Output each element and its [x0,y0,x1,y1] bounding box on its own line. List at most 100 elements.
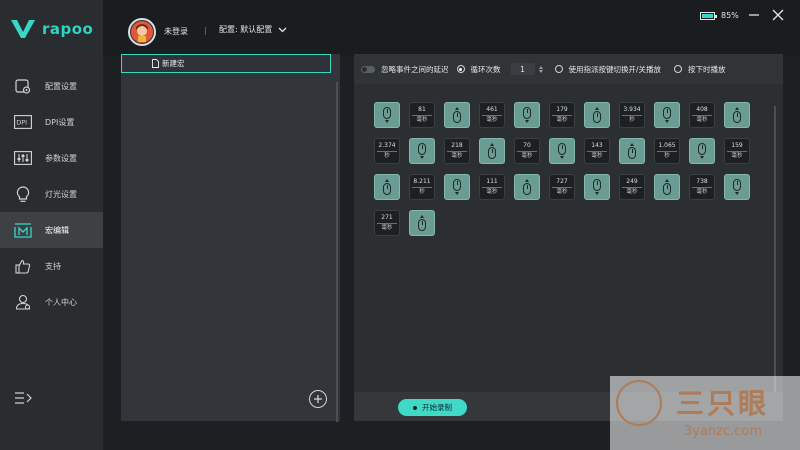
mouse-icon [558,143,566,155]
avatar[interactable] [128,18,156,46]
sidebar-item-label: 支持 [45,261,61,271]
delay-unit: 秒 [384,153,390,159]
mouse-event-tile[interactable] [584,102,610,128]
delay-divider [377,151,397,152]
sliders-icon [14,150,32,166]
sidebar-item-label: DPI设置 [45,117,75,127]
toggle-mode-radio[interactable] [554,65,563,73]
mouse-event-tile[interactable] [654,174,680,200]
sidebar-item-profile[interactable]: 个人中心 [0,284,103,320]
macro-event-grid: 81 毫秒 461 毫秒 179 毫秒 3.934 秒 408 毫秒 2.374 秒 218 毫秒 70 毫秒… [374,102,754,236]
delay-divider [622,115,642,116]
mouse-event-tile[interactable] [549,138,575,164]
mouse-icon [698,143,706,155]
mouse-event-tile[interactable] [409,138,435,164]
watermark-logo-icon [616,380,662,426]
delay-event-tile[interactable]: 159 毫秒 [724,138,750,164]
arrow-down-icon [735,192,739,195]
mouse-event-tile[interactable] [444,102,470,128]
add-macro-button[interactable] [309,390,327,408]
ignore-delay-toggle[interactable] [361,65,375,73]
delay-event-tile[interactable]: 2.374 秒 [374,138,400,164]
delay-value: 738 [696,178,708,185]
delay-unit: 毫秒 [451,153,463,159]
mouse-event-tile[interactable] [689,138,715,164]
arrow-up-icon [630,143,634,146]
logo-v-icon [11,20,35,38]
mouse-event-tile[interactable] [514,174,540,200]
delay-divider [727,151,747,152]
mouse-icon [733,111,741,123]
delay-divider [622,187,642,188]
sidebar-item-label: 参数设置 [45,153,77,163]
battery-icon [700,11,717,20]
arrow-down-icon [560,156,564,159]
delay-event-tile[interactable]: 727 毫秒 [549,174,575,200]
delay-event-tile[interactable]: 1.065 秒 [654,138,680,164]
mouse-event-tile[interactable] [374,102,400,128]
sidebar-nav: 配置设置 DPI DPI设置 参数设置 灯光设置 宏编辑 支持 个人中心 [0,68,103,320]
delay-event-tile[interactable]: 271 毫秒 [374,210,400,236]
arrow-down-icon [455,192,459,195]
delay-unit: 毫秒 [591,153,603,159]
list-scrollbar[interactable] [336,82,338,422]
mouse-event-tile[interactable] [654,102,680,128]
delay-value: 727 [556,178,568,185]
arrow-up-icon [420,215,424,218]
editor-scrollbar[interactable] [774,106,776,392]
start-record-button[interactable]: 开始录制 [398,399,467,416]
delay-event-tile[interactable]: 143 毫秒 [584,138,610,164]
mouse-event-tile[interactable] [374,174,400,200]
sidebar-item-lighting[interactable]: 灯光设置 [0,176,103,212]
mouse-icon [663,183,671,195]
arrow-down-icon [420,156,424,159]
delay-event-tile[interactable]: 179 毫秒 [549,102,575,128]
loop-count-radio[interactable] [456,65,465,73]
delay-unit: 毫秒 [486,189,498,195]
minimize-icon[interactable] [748,9,760,21]
mouse-event-tile[interactable] [514,102,540,128]
delay-value: 2.374 [378,142,396,149]
mouse-icon [663,107,671,119]
arrow-down-icon [665,120,669,123]
mouse-event-tile[interactable] [444,174,470,200]
mouse-event-tile[interactable] [479,138,505,164]
delay-event-tile[interactable]: 8.211 秒 [409,174,435,200]
delay-event-tile[interactable]: 461 毫秒 [479,102,505,128]
macro-list-item[interactable]: 新建宏 [121,54,331,73]
mouse-icon [418,143,426,155]
thumbs-up-icon [14,258,32,274]
loop-count-stepper[interactable] [538,63,544,75]
mouse-event-tile[interactable] [619,138,645,164]
arrow-down-icon [595,192,599,195]
ignore-delay-label: 忽略事件之间的延迟 [381,64,449,74]
delay-event-tile[interactable]: 3.934 秒 [619,102,645,128]
loop-count-input[interactable]: 1 [510,63,535,75]
delay-divider [552,187,572,188]
hold-mode-radio[interactable] [674,65,683,73]
chevron-down-icon [278,27,287,32]
mouse-event-tile[interactable] [409,210,435,236]
sidebar-item-params[interactable]: 参数设置 [0,140,103,176]
sidebar-item-support[interactable]: 支持 [0,248,103,284]
sidebar-item-macro[interactable]: 宏编辑 [0,212,103,248]
delay-event-tile[interactable]: 111 毫秒 [479,174,505,200]
sidebar-item-dpi[interactable]: DPI DPI设置 [0,104,103,140]
delay-value: 159 [731,142,743,149]
mouse-event-tile[interactable] [724,102,750,128]
mouse-icon [523,183,531,195]
mouse-event-tile[interactable] [724,174,750,200]
close-icon[interactable] [772,9,784,21]
login-status[interactable]: 未登录 [164,26,188,37]
collapse-menu-icon[interactable] [14,390,32,406]
delay-event-tile[interactable]: 70 毫秒 [514,138,540,164]
delay-event-tile[interactable]: 218 毫秒 [444,138,470,164]
delay-event-tile[interactable]: 408 毫秒 [689,102,715,128]
delay-event-tile[interactable]: 81 毫秒 [409,102,435,128]
arrow-up-icon [525,179,529,182]
delay-event-tile[interactable]: 738 毫秒 [689,174,715,200]
delay-event-tile[interactable]: 249 毫秒 [619,174,645,200]
sidebar-item-config[interactable]: 配置设置 [0,68,103,104]
mouse-event-tile[interactable] [584,174,610,200]
profile-dropdown[interactable]: 配置: 默认配置 [219,24,287,35]
